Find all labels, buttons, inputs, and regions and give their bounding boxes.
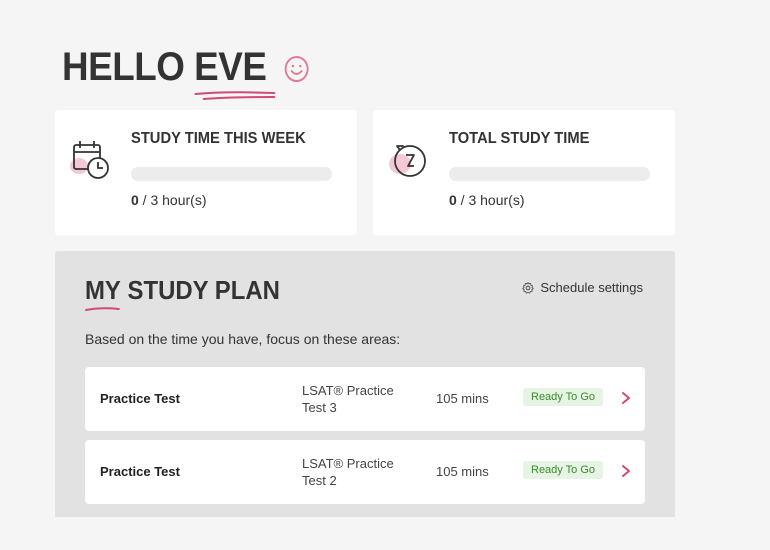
total-progress-text: 0 / 3 hour(s) xyxy=(449,192,525,208)
item-duration: 105 mins xyxy=(436,464,489,479)
status-badge: Ready To Go xyxy=(523,461,604,479)
total-card-title: TOTAL STUDY TIME xyxy=(449,130,590,147)
chevron-right-icon[interactable] xyxy=(619,389,633,407)
greeting-name-text: EVE xyxy=(194,45,267,89)
status-badge: Ready To Go xyxy=(523,388,604,406)
study-time-week-card: STUDY TIME THIS WEEK 0 / 3 hour(s) xyxy=(55,110,357,235)
item-name: LSAT® Practice Test 3 xyxy=(302,383,394,415)
calendar-clock-icon xyxy=(70,141,109,179)
total-progress-bar xyxy=(449,167,650,181)
week-card-title: STUDY TIME THIS WEEK xyxy=(131,130,306,147)
week-progress-bar xyxy=(131,167,332,181)
study-plan-title-rest: STUDY PLAN xyxy=(120,275,280,305)
total-progress-value: 0 xyxy=(449,192,457,208)
study-plan-title-my-text: MY xyxy=(85,275,121,305)
study-plan-item-2[interactable]: Practice Test LSAT® Practice Test 2 105 … xyxy=(85,440,645,504)
study-plan-subtitle: Based on the time you have, focus on the… xyxy=(85,331,401,347)
week-progress-text: 0 / 3 hour(s) xyxy=(131,192,207,208)
greeting-name: EVE xyxy=(194,45,276,100)
gear-icon xyxy=(522,281,535,294)
study-plan-title-my: MY xyxy=(85,275,121,311)
schedule-settings-button[interactable]: Schedule settings xyxy=(521,280,643,295)
name-underline-decoration xyxy=(194,91,276,100)
greeting-prefix: HELLO xyxy=(62,45,185,89)
item-type: Practice Test xyxy=(100,464,180,479)
week-progress-value: 0 xyxy=(131,192,139,208)
item-type: Practice Test xyxy=(100,391,180,406)
study-plan-title: MY STUDY PLAN xyxy=(85,275,280,311)
schedule-settings-label: Schedule settings xyxy=(540,280,643,295)
total-progress-suffix: / 3 hour(s) xyxy=(456,192,525,208)
greeting-heading: HELLO EVE xyxy=(62,44,309,100)
study-plan-item-1[interactable]: Practice Test LSAT® Practice Test 3 105 … xyxy=(85,367,645,431)
item-duration: 105 mins xyxy=(436,391,489,406)
study-plan-panel: MY STUDY PLAN Schedule settings Based on… xyxy=(55,251,675,517)
stopwatch-icon xyxy=(389,145,426,177)
item-name: LSAT® Practice Test 2 xyxy=(302,456,394,488)
chevron-right-icon[interactable] xyxy=(619,462,633,480)
my-underline-decoration xyxy=(85,307,120,311)
week-progress-suffix: / 3 hour(s) xyxy=(138,192,207,208)
smiley-icon xyxy=(284,56,309,83)
total-study-time-card: TOTAL STUDY TIME 0 / 3 hour(s) xyxy=(373,110,675,235)
